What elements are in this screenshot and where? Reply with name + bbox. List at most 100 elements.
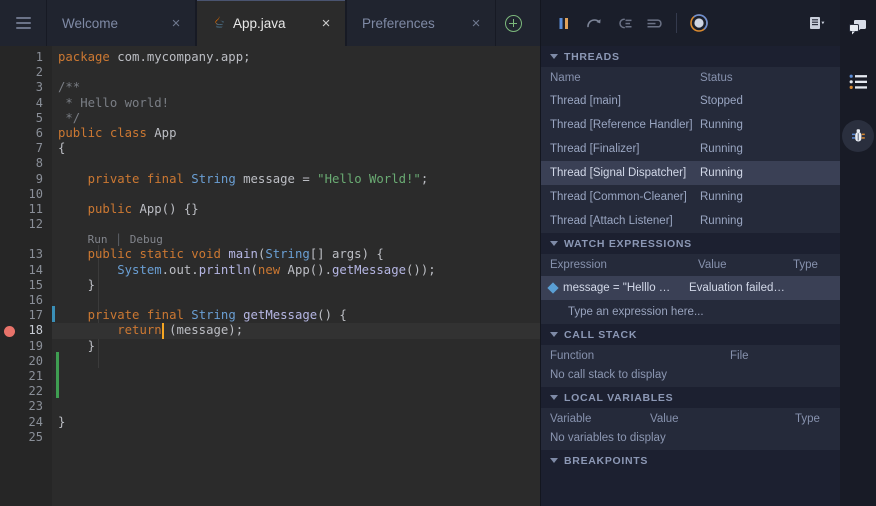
watch-expression-input-row[interactable]: Type an expression here... (541, 300, 840, 324)
breakpoint-icon[interactable] (4, 326, 15, 337)
line-number: 5 (0, 111, 52, 126)
column-header-status: Status (700, 72, 840, 84)
line-number: 25 (0, 430, 52, 445)
thread-name: Thread [Attach Listener] (550, 215, 700, 227)
table-header-row: Variable Value Type (541, 408, 840, 430)
code-editor[interactable]: 1 2 3 4 5 6 7 8 9 10 11 12 13 14 15 16 1… (0, 46, 540, 506)
code-line: * Hello world! (52, 96, 540, 111)
table-header-row: Function File (541, 345, 840, 367)
code-line (52, 384, 540, 399)
column-header-type: Type (793, 259, 840, 271)
pause-button[interactable] (549, 8, 579, 38)
code-content[interactable]: package com.mycompany.app; /** * Hello w… (52, 46, 540, 506)
line-number: 6 (0, 126, 52, 141)
chevron-down-icon (550, 332, 558, 337)
line-number: 16 (0, 293, 52, 308)
code-line (52, 293, 540, 308)
table-row[interactable]: Thread [Reference Handler] Running (541, 113, 840, 137)
section-title: THREADS (564, 51, 620, 63)
table-row[interactable]: Thread [Finalizer] Running (541, 137, 840, 161)
table-row[interactable]: Thread [Attach Listener] Running (541, 209, 840, 233)
close-icon[interactable]: × (468, 16, 484, 31)
close-icon[interactable]: × (168, 16, 184, 31)
line-number: 4 (0, 96, 52, 111)
line-number: 21 (0, 369, 52, 384)
hamburger-menu-icon[interactable] (0, 0, 46, 46)
column-header-expression: Expression (550, 259, 698, 271)
thread-name: Thread [Signal Dispatcher] (550, 167, 700, 179)
debug-panel: THREADS Name Status Thread [main] Stoppe… (540, 0, 840, 506)
debug-bug-icon[interactable] (842, 120, 874, 152)
section-header-threads[interactable]: THREADS (541, 46, 840, 67)
section-header-breakpoints[interactable]: BREAKPOINTS (541, 450, 840, 471)
line-number: 7 (0, 141, 52, 156)
tab-preferences[interactable]: Preferences × (346, 0, 496, 46)
section-header-watch-expressions[interactable]: WATCH EXPRESSIONS (541, 233, 840, 254)
tab-bar: Welcome × App.java × Pre (0, 0, 540, 46)
table-header-row: Name Status (541, 67, 840, 89)
line-number: 10 (0, 187, 52, 202)
table-row[interactable]: Thread [main] Stopped (541, 89, 840, 113)
codelens-debug[interactable]: Debug (130, 233, 163, 246)
section-title: CALL STACK (564, 329, 637, 341)
code-line: public static void main(String[] args) { (52, 247, 540, 262)
line-number: 11 (0, 202, 52, 217)
table-row-selected[interactable]: Thread [Signal Dispatcher] Running (541, 161, 840, 185)
table-row[interactable]: Thread [Common-Cleaner] Running (541, 185, 840, 209)
debug-toolbar (541, 0, 840, 46)
thread-status: Running (700, 119, 840, 131)
close-icon[interactable]: × (318, 16, 334, 31)
line-number-with-breakpoint[interactable]: 18 (0, 323, 52, 338)
thread-status: Running (700, 167, 840, 179)
chevron-down-icon (550, 54, 558, 59)
debug-sections: THREADS Name Status Thread [main] Stoppe… (541, 46, 840, 506)
code-line: public class App (52, 126, 540, 141)
step-out-button[interactable] (639, 8, 669, 38)
add-tab-plus-icon[interactable] (496, 0, 530, 46)
tab-active-indicator (197, 0, 345, 1)
chat-icon[interactable] (842, 12, 874, 44)
code-line: { (52, 141, 540, 156)
editor-gutter[interactable]: 1 2 3 4 5 6 7 8 9 10 11 12 13 14 15 16 1… (0, 46, 52, 506)
step-over-button[interactable] (579, 8, 609, 38)
line-number: 12 (0, 217, 52, 232)
list-view-icon[interactable] (842, 66, 874, 98)
step-into-button[interactable] (609, 8, 639, 38)
section-title: WATCH EXPRESSIONS (564, 238, 692, 250)
watch-expression-placeholder[interactable]: Type an expression here... (550, 306, 704, 318)
codelens-run[interactable]: Run (88, 233, 108, 246)
line-number: 23 (0, 399, 52, 414)
line-number: 3 (0, 80, 52, 95)
line-number: 20 (0, 354, 52, 369)
section-header-call-stack[interactable]: CALL STACK (541, 324, 840, 345)
section-title: BREAKPOINTS (564, 455, 648, 467)
watch-expression-row[interactable]: message = "Helllo … Evaluation failed… (541, 276, 840, 300)
section-header-local-variables[interactable]: LOCAL VARIABLES (541, 387, 840, 408)
call-stack-table: Function File No call stack to display (541, 345, 840, 387)
code-line (52, 369, 540, 384)
call-stack-empty-message: No call stack to display (541, 367, 840, 387)
ide-window: Welcome × App.java × Pre (0, 0, 876, 506)
debug-console-list-icon[interactable] (802, 8, 832, 38)
codelens-row[interactable]: Run | Debug (52, 232, 540, 247)
watch-expression-text: message = "Helllo … (563, 282, 670, 294)
line-number: 24 (0, 415, 52, 430)
chevron-down-icon (550, 458, 558, 463)
tab-welcome[interactable]: Welcome × (46, 0, 196, 46)
java-icon (212, 16, 226, 30)
codelens-separator: | (115, 232, 122, 246)
thread-name: Thread [Common-Cleaner] (550, 191, 700, 203)
line-number: 1 (0, 50, 52, 65)
thread-name: Thread [Reference Handler] (550, 119, 700, 131)
code-line (52, 217, 540, 232)
chevron-down-icon (550, 241, 558, 246)
code-line: public App() {} (52, 202, 540, 217)
line-number: 15 (0, 278, 52, 293)
line-number-label: 18 (29, 323, 43, 337)
thread-name: Thread [main] (550, 95, 700, 107)
tab-app-java[interactable]: App.java × (196, 0, 346, 46)
line-number: 13 (0, 232, 52, 262)
variable-diamond-icon (547, 282, 558, 293)
column-header-name: Name (550, 72, 700, 84)
stop-button[interactable] (684, 8, 714, 38)
